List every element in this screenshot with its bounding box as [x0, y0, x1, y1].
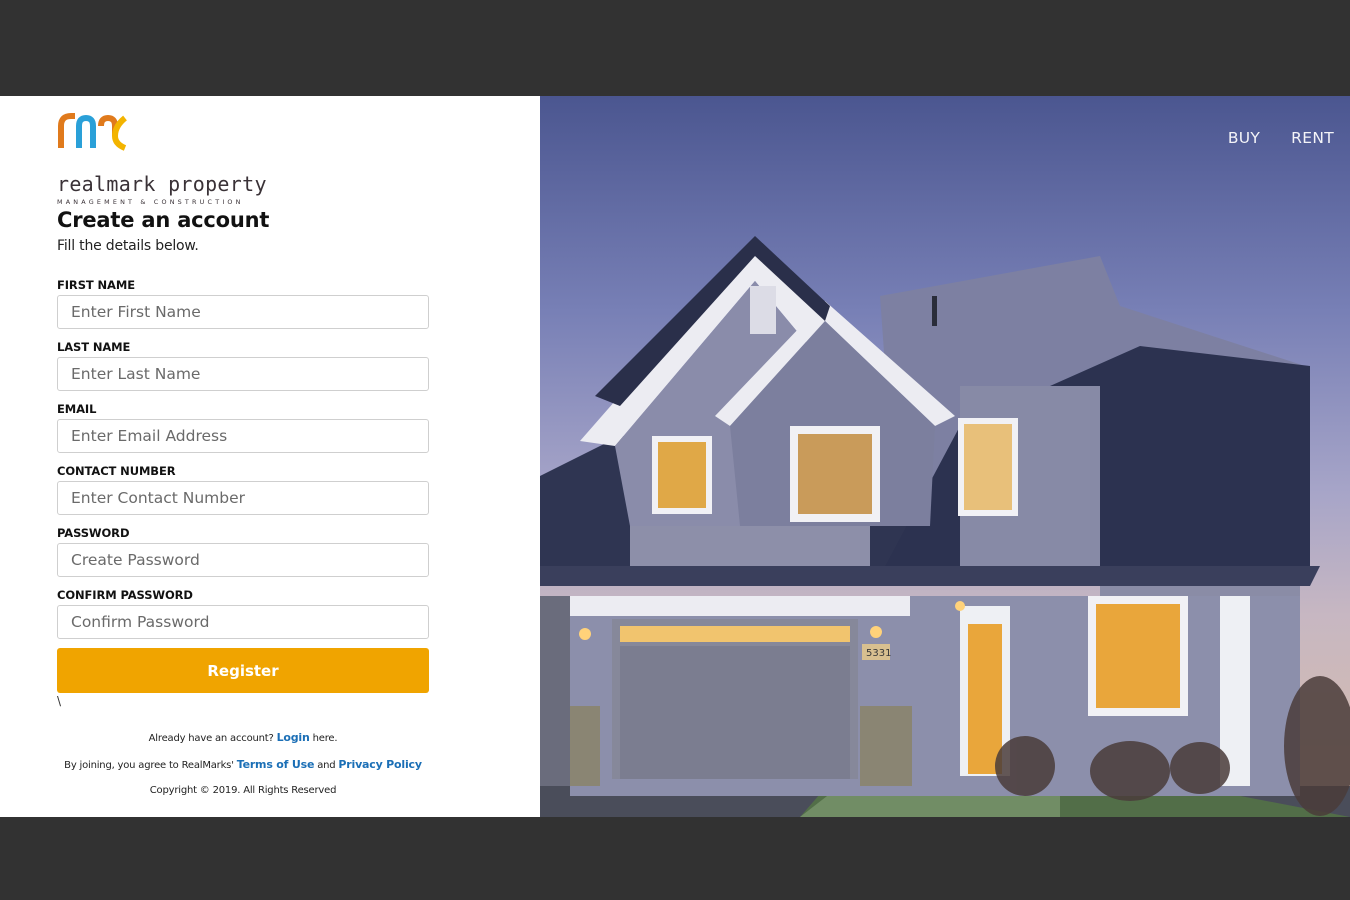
- brand-name: realmark property: [57, 172, 267, 196]
- house-number: 5331: [866, 648, 891, 659]
- brand-tagline: MANAGEMENT & CONSTRUCTION: [57, 198, 244, 206]
- nav-rent-link[interactable]: RENT: [1291, 129, 1334, 147]
- password-label: PASSWORD: [57, 526, 130, 540]
- last-name-input[interactable]: [57, 357, 429, 391]
- terms-notice: By joining, you agree to RealMarks' Term…: [0, 758, 486, 771]
- email-label: EMAIL: [57, 402, 97, 416]
- terms-prefix: By joining, you agree to RealMarks': [64, 760, 234, 771]
- hero-house-image: 5331 BUY RENT: [540, 96, 1350, 817]
- login-link[interactable]: Login: [277, 731, 310, 744]
- rmc-logo-mark-icon: [58, 113, 127, 151]
- house-illustration: 5331: [540, 236, 1350, 817]
- password-input[interactable]: [57, 543, 429, 577]
- login-prefix: Already have an account?: [148, 733, 274, 744]
- login-suffix: here.: [312, 733, 338, 744]
- page-subtitle: Fill the details below.: [57, 238, 199, 254]
- brand-logo[interactable]: realmark property MANAGEMENT & CONSTRUCT…: [57, 112, 267, 206]
- last-name-label: LAST NAME: [57, 340, 131, 354]
- contact-number-label: CONTACT NUMBER: [57, 464, 176, 478]
- privacy-policy-link[interactable]: Privacy Policy: [338, 758, 422, 771]
- first-name-input[interactable]: [57, 295, 429, 329]
- signup-panel: realmark property MANAGEMENT & CONSTRUCT…: [0, 96, 540, 817]
- contact-number-input[interactable]: [57, 481, 429, 515]
- terms-of-use-link[interactable]: Terms of Use: [237, 758, 315, 771]
- nav-buy-link[interactable]: BUY: [1228, 129, 1260, 147]
- terms-and: and: [317, 760, 336, 771]
- email-input[interactable]: [57, 419, 429, 453]
- login-prompt: Already have an account? Login here.: [0, 731, 486, 744]
- confirm-password-input[interactable]: [57, 605, 429, 639]
- register-button[interactable]: Register: [57, 648, 429, 693]
- first-name-label: FIRST NAME: [57, 278, 135, 292]
- page-title: Create an account: [57, 208, 270, 232]
- stray-character: \: [57, 694, 62, 708]
- confirm-password-label: CONFIRM PASSWORD: [57, 588, 193, 602]
- page-frame: realmark property MANAGEMENT & CONSTRUCT…: [0, 96, 1350, 817]
- copyright: Copyright © 2019. All Rights Reserved: [149, 785, 337, 796]
- top-nav: BUY RENT: [1228, 129, 1334, 147]
